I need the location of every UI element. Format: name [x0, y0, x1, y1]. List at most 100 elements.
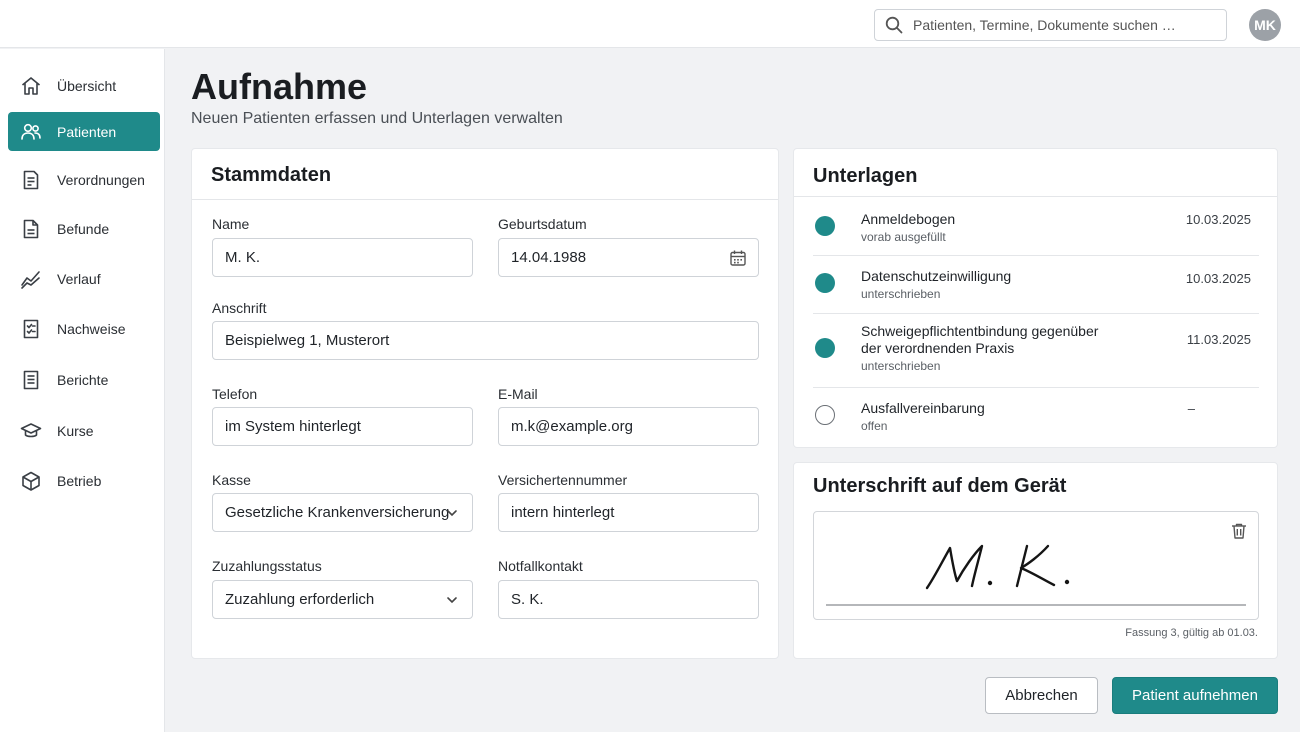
- signature-drawing: [826, 544, 1246, 606]
- unterlagen-title: Unterlagen: [813, 165, 918, 187]
- list-divider: [813, 313, 1259, 314]
- card-divider: [192, 199, 778, 200]
- stammdaten-title: Stammdaten: [211, 164, 332, 186]
- search-box[interactable]: [874, 9, 1227, 41]
- sidebar-item-uebersicht[interactable]: Übersicht: [8, 66, 160, 105]
- sidebar-item-verordnungen[interactable]: Verordnungen: [8, 160, 160, 199]
- document-date: 10.03.2025: [1185, 271, 1251, 286]
- notfallkontakt-value: S. K.: [511, 591, 544, 608]
- graduation-cap-icon: [20, 420, 42, 442]
- document-status: unterschrieben: [861, 359, 941, 373]
- search-icon: [885, 16, 903, 34]
- document-item[interactable]: Datenschutzeinwilligung unterschrieben 1…: [813, 266, 1259, 306]
- card-divider: [794, 196, 1277, 197]
- telefon-label: Telefon: [212, 386, 258, 402]
- sidebar-item-betrieb[interactable]: Betrieb: [8, 461, 160, 500]
- page-subtitle: Neuen Patienten erfassen und Unterlagen …: [191, 110, 563, 127]
- status-done-dot: [815, 338, 835, 358]
- sidebar-item-label: Verlauf: [57, 270, 101, 287]
- document-item[interactable]: Ausfallvereinbarung offen –: [813, 399, 1259, 439]
- unterlagen-card: Unterlagen Anmeldebogen vorab ausgefüllt…: [793, 148, 1278, 448]
- document-icon: [20, 218, 42, 240]
- sidebar-item-befunde[interactable]: Befunde: [8, 209, 160, 248]
- sidebar-item-label: Kurse: [57, 422, 94, 439]
- versichertennummer-field[interactable]: intern hinterlegt: [498, 493, 759, 532]
- sidebar-item-label: Patienten: [57, 123, 117, 140]
- sidebar-item-label: Befunde: [57, 220, 110, 237]
- document-name: Anmeldebogen: [861, 211, 956, 227]
- sidebar-item-verlauf[interactable]: Verlauf: [8, 259, 160, 298]
- submit-patient-button[interactable]: Patient aufnehmen: [1112, 677, 1278, 714]
- email-label: E-Mail: [498, 386, 538, 402]
- kasse-select[interactable]: Gesetzliche Krankenversicherung: [212, 493, 473, 532]
- document-item[interactable]: Schweigepflichtentbindung gegenüber der …: [813, 322, 1259, 378]
- status-open-dot: [815, 405, 835, 425]
- cancel-button[interactable]: Abbrechen: [985, 677, 1098, 714]
- versichertennummer-label: Versichertennummer: [498, 472, 628, 488]
- page-title: Aufnahme: [191, 66, 368, 107]
- name-label: Name: [212, 216, 250, 232]
- chevron-down-icon: [443, 591, 461, 609]
- document-date: 11.03.2025: [1186, 332, 1251, 347]
- checklist-icon: [20, 318, 42, 340]
- notfallkontakt-label: Notfallkontakt: [498, 558, 583, 574]
- home-icon: [20, 75, 42, 97]
- users-icon: [20, 121, 42, 143]
- document-name: Ausfallvereinbarung: [861, 400, 985, 416]
- list-divider: [813, 255, 1259, 256]
- document-status: offen: [861, 419, 888, 433]
- name-value: M. K.: [225, 249, 261, 266]
- list-divider: [813, 387, 1259, 388]
- signature-footnote: Fassung 3, gültig ab 01.03.: [1125, 627, 1258, 639]
- zuzahlungsstatus-select[interactable]: Zuzahlung erforderlich: [212, 580, 473, 619]
- calendar-icon[interactable]: [729, 249, 747, 267]
- kasse-label: Kasse: [212, 472, 251, 488]
- user-avatar[interactable]: MK: [1249, 9, 1281, 41]
- document-name-line1: Schweigepflichtentbindung gegenüber: [861, 323, 1099, 339]
- document-status: unterschrieben: [861, 287, 941, 301]
- document-date: 10.03.2025: [1185, 212, 1251, 227]
- notfallkontakt-field[interactable]: S. K.: [498, 580, 759, 619]
- chevron-down-icon: [443, 504, 461, 522]
- anschrift-value: Beispielweg 1, Musterort: [225, 332, 390, 349]
- sidebar-item-label: Berichte: [57, 371, 109, 388]
- document-item[interactable]: Anmeldebogen vorab ausgefüllt 10.03.2025: [813, 209, 1259, 249]
- stammdaten-card: Stammdaten Name M. K. Geburtsdatum 14.04…: [191, 148, 779, 659]
- document-name-line2: der verordnenden Praxis: [861, 340, 1015, 356]
- zuzahlungsstatus-label: Zuzahlungsstatus: [212, 558, 322, 574]
- sidebar: Übersicht Patienten Verordnungen Befunde…: [0, 49, 165, 732]
- name-field[interactable]: M. K.: [212, 238, 473, 277]
- anschrift-field[interactable]: Beispielweg 1, Musterort: [212, 321, 759, 360]
- email-value: m.k@example.org: [511, 418, 633, 435]
- kasse-value: Gesetzliche Krankenversicherung: [225, 504, 450, 521]
- telefon-value: im System hinterlegt: [225, 418, 361, 435]
- document-name: Datenschutzeinwilligung: [861, 268, 1012, 284]
- sidebar-item-label: Verordnungen: [57, 171, 145, 188]
- geburtsdatum-value: 14.04.1988: [511, 249, 587, 266]
- sidebar-item-nachweise[interactable]: Nachweise: [8, 309, 160, 348]
- geburtsdatum-label: Geburtsdatum: [498, 216, 587, 232]
- signature-title: Unterschrift auf dem Gerät: [813, 475, 1067, 497]
- status-done-dot: [815, 273, 835, 293]
- email-field[interactable]: m.k@example.org: [498, 407, 759, 446]
- telefon-field[interactable]: im System hinterlegt: [212, 407, 473, 446]
- geburtsdatum-field[interactable]: 14.04.1988: [498, 238, 759, 277]
- versichertennummer-value: intern hinterlegt: [511, 504, 615, 521]
- document-status: vorab ausgefüllt: [861, 230, 946, 244]
- signature-card: Unterschrift auf dem Gerät Fassung 3, gü…: [793, 462, 1278, 659]
- search-input[interactable]: [913, 17, 1213, 33]
- box-icon: [20, 470, 42, 492]
- signature-pad[interactable]: [813, 511, 1259, 620]
- document-date: –: [1187, 401, 1195, 416]
- sidebar-item-kurse[interactable]: Kurse: [8, 411, 160, 450]
- sidebar-item-label: Nachweise: [57, 320, 126, 337]
- trend-icon: [20, 268, 42, 290]
- status-done-dot: [815, 216, 835, 236]
- sidebar-item-label: Betrieb: [57, 472, 102, 489]
- top-bar: MK: [0, 0, 1300, 48]
- prescription-icon: [20, 169, 42, 191]
- sidebar-item-patienten[interactable]: Patienten: [8, 112, 160, 151]
- sidebar-item-berichte[interactable]: Berichte: [8, 360, 160, 399]
- sidebar-item-label: Übersicht: [57, 77, 117, 94]
- zuzahlungsstatus-value: Zuzahlung erforderlich: [225, 591, 375, 608]
